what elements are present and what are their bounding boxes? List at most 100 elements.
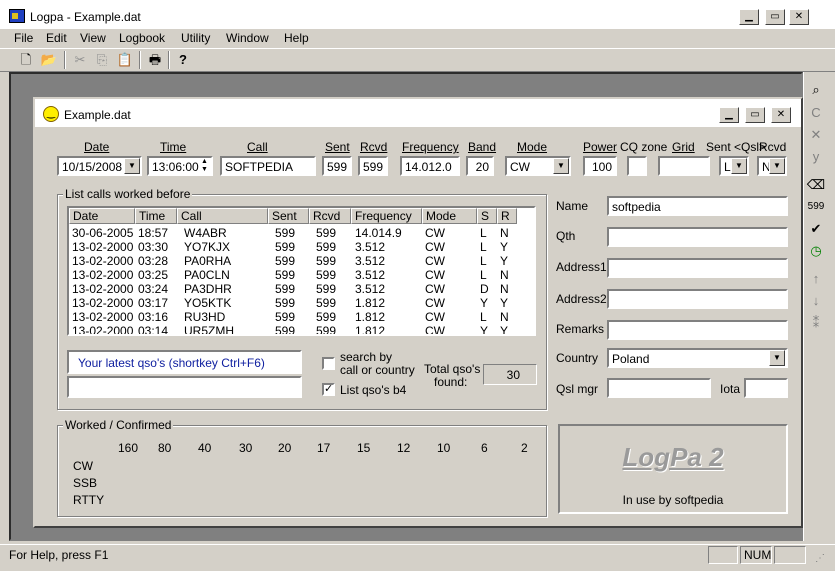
up-arrow-icon[interactable]: ↑ [805, 269, 827, 289]
list-cell[interactable]: CW [425, 310, 445, 324]
list-cell[interactable]: 3.512 [355, 240, 385, 254]
list-cell[interactable]: CW [425, 296, 445, 310]
list-cell[interactable]: 30-06-2005 [72, 226, 133, 240]
list-cell[interactable]: 03:24 [138, 282, 168, 296]
column-rcvd[interactable]: Rcvd [309, 208, 351, 224]
cqzone-field[interactable] [627, 156, 647, 176]
mode-dropdown-button[interactable]: ▼ [553, 158, 569, 174]
menu-utility[interactable]: Utility [181, 31, 210, 45]
close-button[interactable]: ✕ [789, 9, 809, 25]
open-icon[interactable]: 📂 [39, 50, 59, 70]
latest-qsos-field[interactable] [67, 376, 302, 398]
list-cell[interactable]: 14.014.9 [355, 226, 402, 240]
c-icon[interactable]: C [805, 103, 827, 123]
help-icon[interactable]: ? [173, 50, 193, 70]
zoom-icon[interactable]: ⌕ [805, 80, 827, 100]
eraser-icon[interactable]: ⌫ [805, 175, 827, 195]
list-cell[interactable]: CW [425, 240, 445, 254]
new-icon[interactable]: 🗋 [16, 50, 36, 70]
list-cell[interactable]: 599 [275, 254, 295, 268]
power-field[interactable]: 100 [583, 156, 617, 176]
list-cell[interactable]: L [480, 240, 487, 254]
clock-icon[interactable]: ◷ [805, 241, 827, 261]
list-cell[interactable]: YO7KJX [184, 240, 230, 254]
child-minimize-button[interactable]: ▁ [719, 107, 739, 123]
rcvd-qsl-dropdown-button[interactable]: ▼ [769, 158, 785, 174]
paste-icon[interactable]: 📋 [115, 50, 135, 70]
latest-qsos-box[interactable]: Your latest qso's (shortkey Ctrl+F6) [67, 350, 302, 374]
list-cell[interactable]: Y [480, 324, 488, 334]
list-cell[interactable]: W4ABR [184, 226, 227, 240]
app-icon[interactable] [9, 9, 25, 23]
list-cell[interactable]: 3.512 [355, 254, 385, 268]
list-cell[interactable]: 599 [316, 324, 336, 334]
column-time[interactable]: Time [135, 208, 177, 224]
list-cell[interactable]: 599 [316, 268, 336, 282]
menu-edit[interactable]: Edit [46, 31, 67, 45]
list-cell[interactable]: N [500, 282, 509, 296]
list-cell[interactable]: 599 [275, 296, 295, 310]
list-cell[interactable]: PA0CLN [184, 268, 230, 282]
calls-list[interactable]: Date Time Call Sent Rcvd Frequency Mode … [67, 206, 536, 336]
name-field[interactable]: softpedia [607, 196, 788, 216]
list-cell[interactable]: 13-02-2000 [72, 324, 133, 334]
country-dropdown-button[interactable]: ▼ [769, 350, 785, 366]
list-cell[interactable]: 03:28 [138, 254, 168, 268]
column-sent[interactable]: Sent [268, 208, 309, 224]
search-by-checkbox[interactable] [322, 357, 335, 370]
list-cell[interactable]: PA0RHA [184, 254, 231, 268]
child-maximize-button[interactable]: ▭ [745, 107, 765, 123]
minimize-button[interactable]: ▁ [739, 9, 759, 25]
list-cell[interactable]: CW [425, 254, 445, 268]
list-cell[interactable]: N [500, 310, 509, 324]
list-cell[interactable]: Y [500, 324, 508, 334]
list-cell[interactable]: 599 [316, 226, 336, 240]
column-frequency[interactable]: Frequency [351, 208, 422, 224]
print-icon[interactable]: 🖶 [145, 50, 165, 70]
resize-grip-icon[interactable]: ⋰ [815, 553, 825, 564]
list-cell[interactable]: 599 [275, 282, 295, 296]
call-field[interactable]: SOFTPEDIA [220, 156, 316, 176]
split-icon[interactable]: ⁑ [805, 313, 827, 333]
list-cell[interactable]: 18:57 [138, 226, 168, 240]
frequency-field[interactable]: 14.012.0 [400, 156, 460, 176]
list-cell[interactable]: 03:17 [138, 296, 168, 310]
maximize-button[interactable]: ▭ [765, 9, 785, 25]
list-cell[interactable]: Y [500, 240, 508, 254]
menu-help[interactable]: Help [284, 31, 309, 45]
address2-field[interactable] [607, 289, 788, 309]
y-icon[interactable]: y [805, 147, 827, 167]
list-cell[interactable]: 03:14 [138, 324, 168, 334]
list-cell[interactable]: 599 [275, 268, 295, 282]
grid-field[interactable] [658, 156, 710, 176]
list-cell[interactable]: L [480, 226, 487, 240]
rcvd-field[interactable]: 599 [358, 156, 388, 176]
date-dropdown-button[interactable]: ▼ [124, 158, 140, 174]
list-cell[interactable]: 13-02-2000 [72, 254, 133, 268]
x-icon[interactable]: ✕ [805, 125, 827, 145]
menu-window[interactable]: Window [226, 31, 269, 45]
list-cell[interactable]: Y [500, 254, 508, 268]
list-cell[interactable]: 1.812 [355, 310, 385, 324]
column-s[interactable]: S [477, 208, 497, 224]
list-cell[interactable]: CW [425, 226, 445, 240]
list-cell[interactable]: 13-02-2000 [72, 240, 133, 254]
list-cell[interactable]: L [480, 310, 487, 324]
column-r[interactable]: R [497, 208, 517, 224]
list-cell[interactable]: PA3DHR [184, 282, 232, 296]
column-date[interactable]: Date [69, 208, 135, 224]
list-cell[interactable]: 599 [275, 226, 295, 240]
down-arrow-icon[interactable]: ↓ [805, 291, 827, 311]
list-cell[interactable]: 13-02-2000 [72, 282, 133, 296]
cut-icon[interactable]: ✂ [70, 50, 90, 70]
menu-view[interactable]: View [80, 31, 106, 45]
list-cell[interactable]: CW [425, 268, 445, 282]
list-cell[interactable]: 03:30 [138, 240, 168, 254]
list-cell[interactable]: 599 [316, 240, 336, 254]
qslmgr-field[interactable] [607, 378, 711, 398]
list-b4-checkbox[interactable]: ✓ [322, 383, 335, 396]
time-spinner[interactable]: ▲ ▼ [198, 158, 211, 174]
menu-file[interactable]: File [14, 31, 33, 45]
list-cell[interactable]: 599 [316, 254, 336, 268]
remarks-field[interactable] [607, 320, 788, 340]
